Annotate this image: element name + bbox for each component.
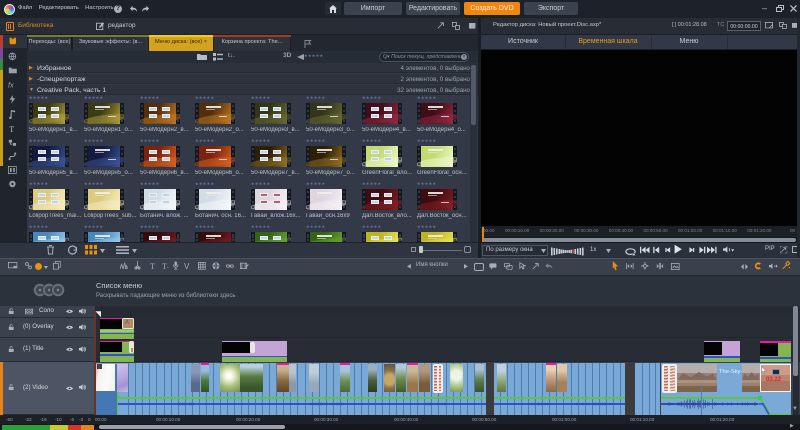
svg-text:fx: fx xyxy=(8,81,14,89)
svg-text:T: T xyxy=(9,125,14,134)
